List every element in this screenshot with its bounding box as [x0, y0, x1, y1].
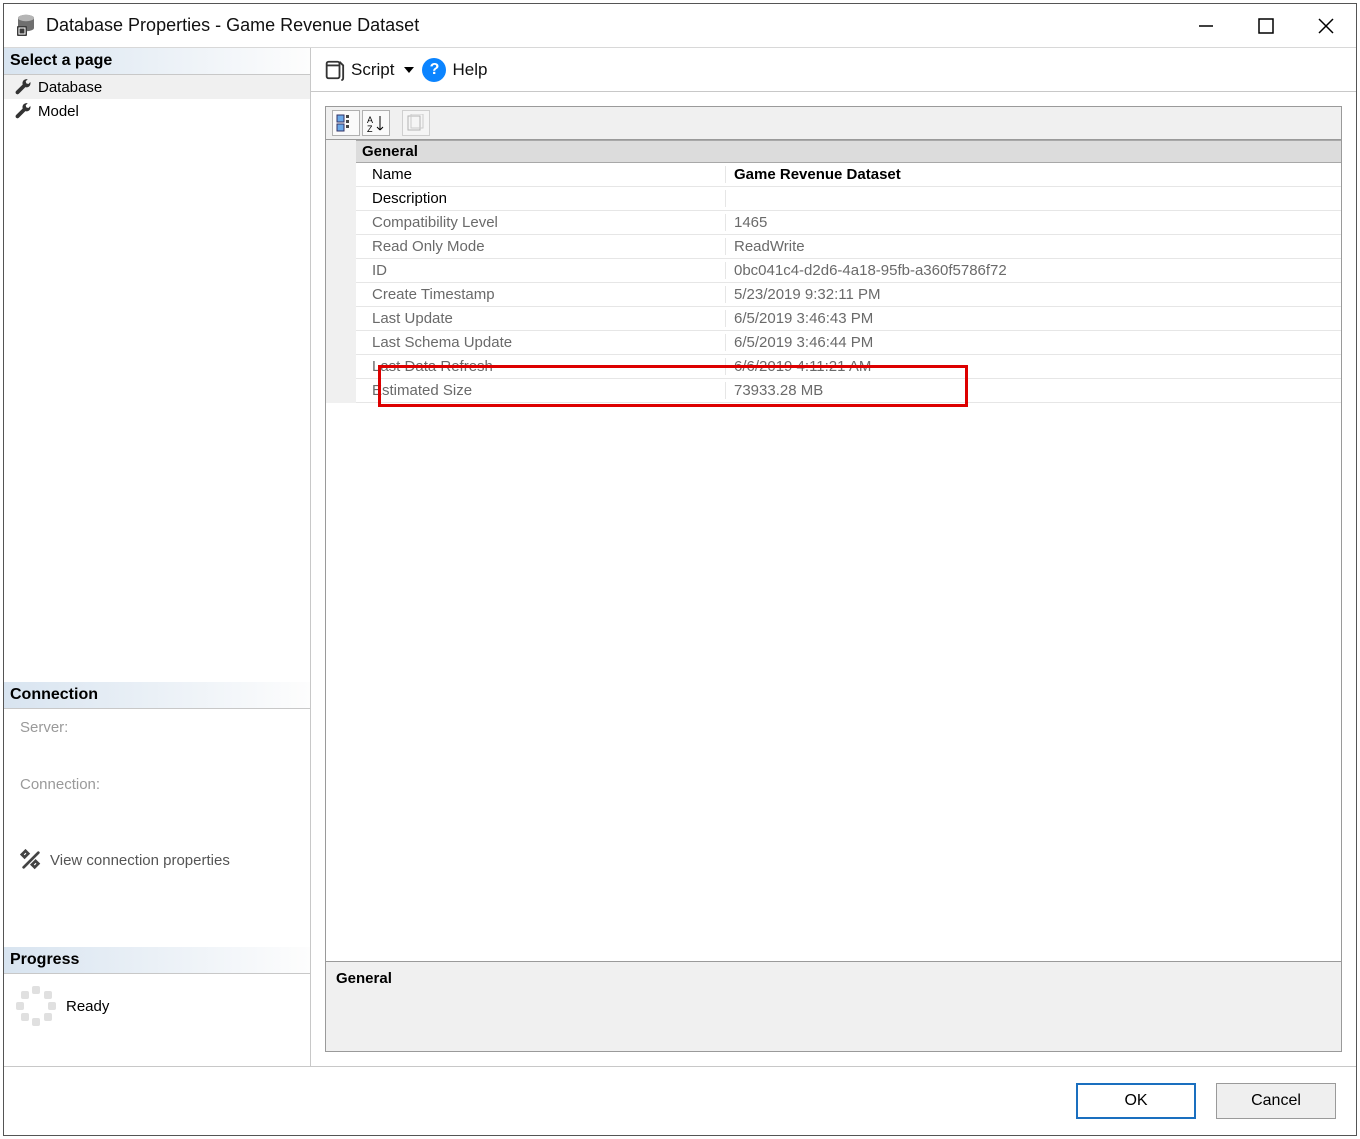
progress-block: Ready: [4, 974, 310, 1026]
cancel-button[interactable]: Cancel: [1216, 1083, 1336, 1119]
property-value: Game Revenue Dataset: [726, 166, 1341, 183]
right-toolbar: Script ? Help: [311, 48, 1356, 92]
property-row[interactable]: Read Only ModeReadWrite: [356, 235, 1341, 259]
connection-label: Connection:: [20, 776, 294, 793]
property-key: Estimated Size: [356, 382, 726, 399]
description-pane-label: General: [336, 970, 392, 987]
close-button[interactable]: [1296, 4, 1356, 48]
script-icon: [323, 59, 345, 81]
sidebar-item-label: Database: [38, 79, 102, 96]
property-grid: AZ: [325, 106, 1342, 1052]
spinner-icon: [16, 986, 56, 1026]
ok-button[interactable]: OK: [1076, 1083, 1196, 1119]
progress-status: Ready: [66, 998, 109, 1015]
property-row[interactable]: Last Schema Update6/5/2019 3:46:44 PM: [356, 331, 1341, 355]
view-connection-properties-link[interactable]: View connection properties: [20, 833, 294, 887]
help-button[interactable]: ? Help: [422, 58, 487, 82]
property-key: ID: [356, 262, 726, 279]
alphabetical-icon: AZ: [366, 114, 386, 132]
script-label: Script: [351, 60, 394, 80]
property-value: 6/5/2019 3:46:44 PM: [726, 334, 1341, 351]
property-grid-toolbar: AZ: [326, 107, 1341, 140]
property-key: Read Only Mode: [356, 238, 726, 255]
property-value: 73933.28 MB: [726, 382, 1341, 399]
connection-header: Connection: [4, 682, 310, 709]
property-row[interactable]: Create Timestamp5/23/2019 9:32:11 PM: [356, 283, 1341, 307]
alphabetical-view-button[interactable]: AZ: [362, 110, 390, 136]
minimize-button[interactable]: [1176, 4, 1236, 48]
sidebar-item-database[interactable]: Database: [4, 75, 310, 99]
group-header-label: General: [362, 143, 418, 160]
property-key: Compatibility Level: [356, 214, 726, 231]
connection-block: Server: Connection: View connection prop…: [4, 709, 310, 887]
property-grid-gutter: [326, 140, 356, 403]
maximize-button[interactable]: [1236, 4, 1296, 48]
pages-icon: [406, 114, 426, 132]
categorized-icon: [336, 114, 356, 132]
property-row[interactable]: Description: [356, 187, 1341, 211]
sidebar: Select a page Database Model Connection …: [4, 48, 311, 1066]
footer: OK Cancel: [4, 1066, 1356, 1135]
wrench-icon: [14, 78, 32, 96]
property-key: Description: [356, 190, 726, 207]
property-key: Name: [356, 166, 726, 183]
sidebar-item-label: Model: [38, 103, 79, 120]
group-header-general[interactable]: General: [356, 140, 1341, 163]
property-row[interactable]: Last Update6/5/2019 3:46:43 PM: [356, 307, 1341, 331]
property-value: 0bc041c4-d2d6-4a18-95fb-a360f5786f72: [726, 262, 1341, 279]
database-icon: [14, 12, 38, 40]
cancel-label: Cancel: [1251, 1092, 1301, 1110]
database-properties-dialog: Database Properties - Game Revenue Datas…: [3, 3, 1357, 1136]
property-row[interactable]: NameGame Revenue Dataset: [356, 163, 1341, 187]
help-label: Help: [452, 60, 487, 80]
main-area: Select a page Database Model Connection …: [4, 48, 1356, 1066]
property-value: 5/23/2019 9:32:11 PM: [726, 286, 1341, 303]
tools-icon: [20, 849, 42, 871]
ok-label: OK: [1124, 1092, 1147, 1110]
right-pane: Script ? Help AZ: [311, 48, 1356, 1066]
property-key: Create Timestamp: [356, 286, 726, 303]
property-row[interactable]: Last Data Refresh6/6/2019 4:11:21 AM: [356, 355, 1341, 379]
window-title: Database Properties - Game Revenue Datas…: [46, 15, 419, 36]
property-grid-body: General NameGame Revenue DatasetDescript…: [326, 140, 1341, 961]
svg-text:Z: Z: [367, 124, 373, 132]
categorized-view-button[interactable]: [332, 110, 360, 136]
property-value: 6/5/2019 3:46:43 PM: [726, 310, 1341, 327]
property-key: Last Update: [356, 310, 726, 327]
window-controls: [1176, 4, 1356, 48]
property-row[interactable]: ID0bc041c4-d2d6-4a18-95fb-a360f5786f72: [356, 259, 1341, 283]
content-area: AZ: [311, 92, 1356, 1066]
property-value: 6/6/2019 4:11:21 AM: [726, 358, 1341, 375]
wrench-icon: [14, 102, 32, 120]
help-icon: ?: [422, 58, 446, 82]
property-row[interactable]: Estimated Size73933.28 MB: [356, 379, 1341, 403]
property-key: Last Schema Update: [356, 334, 726, 351]
script-dropdown[interactable]: Script: [323, 59, 414, 81]
select-page-header: Select a page: [4, 48, 310, 75]
property-value: ReadWrite: [726, 238, 1341, 255]
sidebar-item-model[interactable]: Model: [4, 99, 310, 123]
property-key: Last Data Refresh: [356, 358, 726, 375]
property-row[interactable]: Compatibility Level1465: [356, 211, 1341, 235]
description-pane: General: [326, 961, 1341, 1051]
server-label: Server:: [20, 719, 294, 736]
chevron-down-icon: [404, 67, 414, 73]
property-pages-button[interactable]: [402, 110, 430, 136]
progress-header: Progress: [4, 947, 310, 974]
titlebar: Database Properties - Game Revenue Datas…: [4, 4, 1356, 48]
view-connection-properties-label: View connection properties: [50, 852, 230, 869]
property-value: 1465: [726, 214, 1341, 231]
